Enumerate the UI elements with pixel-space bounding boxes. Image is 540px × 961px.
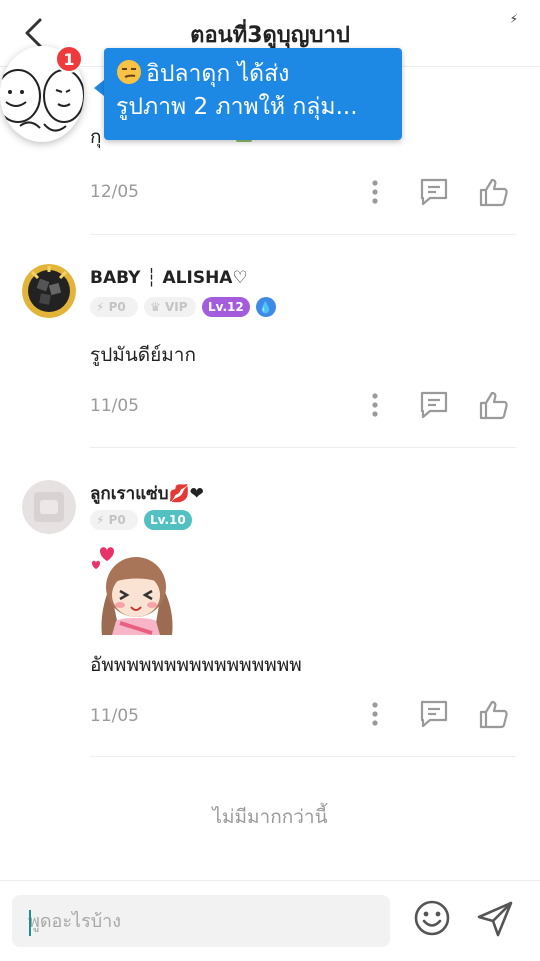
comment-date: 12/05	[90, 182, 139, 202]
more-options-icon[interactable]	[359, 698, 391, 730]
avatar[interactable]	[22, 264, 76, 318]
user-badges: ⚡ P0 ♛ VIP Lv.12 💧	[90, 297, 276, 317]
bolt-icon: ⚡	[96, 300, 105, 314]
comment-date: 11/05	[90, 706, 139, 726]
notification-count-badge: 1	[55, 45, 83, 73]
comment-date: 11/05	[90, 396, 139, 416]
smirk-emoji-icon	[117, 60, 141, 84]
more-options-icon[interactable]	[359, 389, 391, 421]
emoji-icon[interactable]	[412, 898, 452, 938]
username[interactable]: BABY ┆ ALISHA♡	[90, 268, 248, 288]
crown-icon: ♛	[150, 300, 161, 314]
popup-pointer	[94, 80, 104, 96]
comment-item: BABY ┆ ALISHA♡ ⚡ P0 ♛ VIP Lv.12 💧 รูปมัน…	[0, 236, 540, 448]
text-cursor	[29, 910, 31, 936]
notification-line-1: อิปลาดุก ได้ส่ง	[146, 61, 290, 87]
reply-comment-icon[interactable]	[418, 389, 450, 421]
chat-notification-popup[interactable]: อิปลาดุก ได้ส่ง รูปภาพ 2 ภาพให้ กลุ่ม...	[104, 48, 402, 140]
comment-text: รูปมันดีย์มาก	[90, 344, 196, 366]
reply-comment-icon[interactable]	[418, 698, 450, 730]
comment-item: ลูกเราแซ่บ💋❤ ⚡ P0 Lv.10 อัพพพพพพพพพพพพพพ…	[0, 448, 540, 758]
comment-text: กุ	[90, 126, 102, 148]
page-title: ตอนที่3ดูบุญบาป	[190, 23, 350, 48]
divider	[90, 234, 516, 235]
divider	[90, 756, 516, 757]
comment-text: อัพพพพพพพพพพพพพพพพ	[90, 654, 302, 676]
more-options-icon[interactable]	[359, 176, 391, 208]
end-of-list-text: ไม่มีมากกว่านี้	[212, 806, 328, 828]
comment-input[interactable]	[12, 895, 390, 947]
user-badges: ⚡ P0 Lv.10	[90, 510, 192, 530]
p0-badge: ⚡ P0	[90, 510, 138, 530]
avatar[interactable]	[22, 480, 76, 534]
charging-icon: ⚡	[509, 12, 518, 26]
level-badge: Lv.10	[144, 510, 192, 530]
reply-comment-icon[interactable]	[418, 176, 450, 208]
notification-line-2: รูปภาพ 2 ภาพให้ กลุ่ม...	[116, 94, 358, 120]
p0-badge: ⚡ P0	[90, 297, 138, 317]
comment-input-bar	[0, 880, 540, 961]
username[interactable]: ลูกเราแซ่บ💋❤	[90, 480, 204, 507]
vip-badge: ♛ VIP	[144, 297, 196, 317]
send-icon[interactable]	[476, 900, 514, 938]
level-badge: Lv.12	[202, 297, 250, 317]
like-thumb-icon[interactable]	[478, 698, 510, 730]
like-thumb-icon[interactable]	[478, 176, 510, 208]
bolt-icon: ⚡	[96, 513, 105, 527]
sticker-image[interactable]	[90, 543, 182, 635]
like-thumb-icon[interactable]	[478, 389, 510, 421]
water-drop-icon: 💧	[255, 297, 276, 317]
